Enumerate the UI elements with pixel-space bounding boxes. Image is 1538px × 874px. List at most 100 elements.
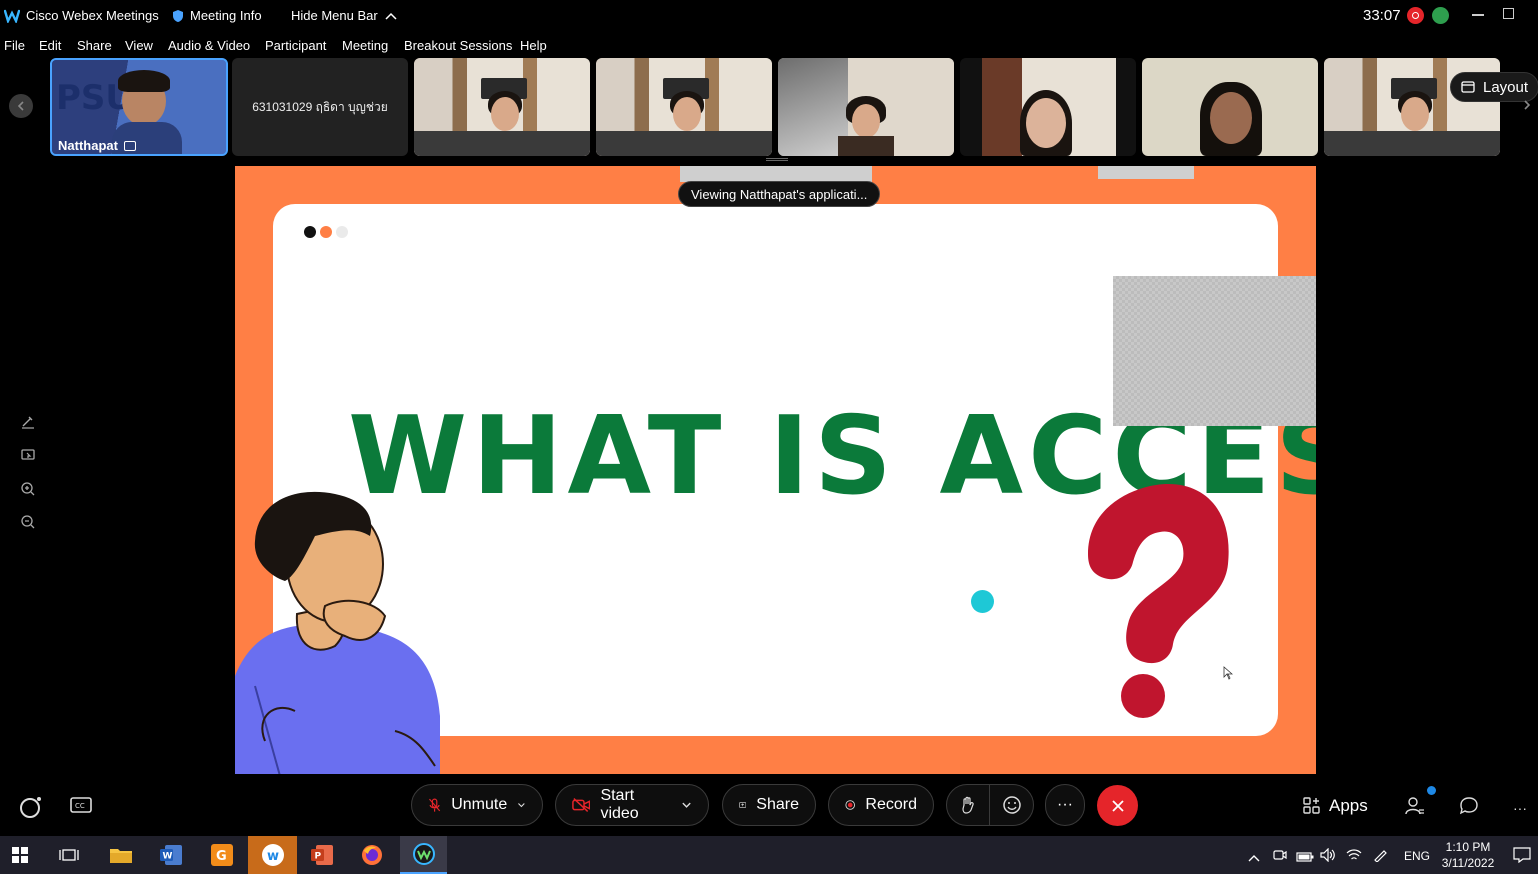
svg-text:P: P — [315, 852, 322, 862]
svg-text:CC: CC — [75, 802, 85, 810]
window-dot-icon — [320, 226, 332, 238]
webex-logo-icon — [4, 9, 20, 23]
participant-name-label: Natthapat — [58, 138, 136, 153]
menu-breakout-sessions[interactable]: Breakout Sessions — [404, 38, 512, 53]
app-title: Cisco Webex Meetings — [4, 8, 159, 23]
show-hidden-icons[interactable] — [1248, 849, 1260, 867]
minimize-icon[interactable] — [1472, 14, 1484, 16]
file-explorer-icon[interactable] — [107, 841, 135, 869]
meeting-controls: CC Unmute Start video Share Record ··· A… — [0, 776, 1538, 836]
windows-start-icon[interactable] — [6, 841, 34, 869]
close-icon — [1111, 799, 1124, 812]
meeting-info-button[interactable]: Meeting Info — [172, 8, 262, 23]
meeting-timer: 33:07 — [1363, 7, 1401, 24]
strip-next-button[interactable] — [1522, 98, 1532, 117]
participants-icon — [1405, 797, 1424, 815]
menu-meeting[interactable]: Meeting — [342, 38, 388, 53]
start-video-button[interactable]: Start video — [555, 784, 709, 826]
microphone-muted-icon — [429, 798, 441, 812]
thinking-person-illustration — [235, 491, 440, 774]
powerpoint-icon[interactable]: P — [308, 841, 336, 869]
overflow-menu-icon[interactable]: ··· — [1513, 800, 1527, 816]
clock-time: 1:10 PM — [1445, 840, 1491, 854]
shield-icon — [173, 9, 183, 22]
participant-tile-7[interactable] — [1142, 58, 1318, 156]
input-language[interactable]: ENG — [1404, 849, 1430, 863]
hide-menu-bar-button[interactable]: Hide Menu Bar — [291, 8, 398, 23]
menu-help[interactable]: Help — [520, 38, 547, 53]
zoom-out-icon[interactable] — [20, 514, 40, 534]
word-icon[interactable]: W — [157, 841, 185, 869]
chat-button[interactable] — [1459, 796, 1479, 821]
share-label: Share — [756, 796, 799, 813]
meet-now-icon[interactable] — [1273, 848, 1287, 867]
chevron-down-icon[interactable] — [517, 801, 526, 809]
app-name: Cisco Webex Meetings — [26, 8, 159, 23]
clock-date: 3/11/2022 — [1441, 856, 1495, 870]
menu-file[interactable]: File — [4, 38, 25, 53]
hand-icon — [962, 796, 974, 814]
share-screen-icon — [739, 802, 747, 808]
cursor-icon — [1223, 666, 1233, 680]
webex-app-taskbar-icon[interactable]: w — [248, 836, 297, 874]
clock[interactable]: 1:10 PM 3/11/2022 — [1440, 839, 1496, 871]
start-video-label: Start video — [600, 787, 639, 822]
participant-tile-6[interactable] — [960, 58, 1136, 156]
record-button[interactable]: Record — [828, 784, 934, 826]
participant-tile-4[interactable] — [596, 58, 772, 156]
webex-meetings-taskbar-icon[interactable] — [400, 836, 447, 874]
notification-dot — [1427, 786, 1436, 795]
closed-captions-icon[interactable]: CC — [70, 796, 92, 819]
meeting-info-label: Meeting Info — [190, 8, 262, 23]
redacted-region — [680, 166, 872, 182]
share-button[interactable]: Share — [722, 784, 816, 826]
sharing-icon — [123, 140, 136, 151]
pen-icon[interactable] — [1373, 848, 1389, 867]
task-view-icon[interactable] — [55, 841, 83, 869]
hide-menu-label: Hide Menu Bar — [291, 8, 378, 23]
network-health-icon[interactable] — [1432, 7, 1449, 24]
video-off-icon — [572, 798, 591, 812]
pdf-app-icon[interactable]: G — [208, 841, 236, 869]
menu-bar: File Edit Share View Audio & Video Parti… — [0, 34, 1538, 56]
more-options-button[interactable]: ··· — [1045, 784, 1085, 826]
battery-icon[interactable] — [1296, 849, 1314, 867]
participant-tile-name-only[interactable]: 631031029 ฤธิดา บุญช่วย — [232, 58, 408, 156]
assistant-icon[interactable] — [18, 794, 44, 825]
window-dot-icon — [336, 226, 348, 238]
apps-button[interactable]: Apps — [1303, 796, 1368, 816]
raise-hand-button[interactable] — [947, 785, 991, 825]
restore-icon[interactable] — [1503, 8, 1514, 19]
unmute-button[interactable]: Unmute — [411, 784, 543, 826]
menu-view[interactable]: View — [125, 38, 153, 53]
menu-audio-video[interactable]: Audio & Video — [168, 38, 250, 53]
remote-control-icon[interactable] — [20, 448, 40, 468]
participant-tile-3[interactable] — [414, 58, 590, 156]
menu-participant[interactable]: Participant — [265, 38, 326, 53]
svg-text:G: G — [216, 849, 227, 864]
annotate-icon[interactable] — [20, 414, 40, 434]
apps-icon — [1303, 797, 1320, 814]
wifi-icon[interactable] — [1346, 848, 1362, 867]
record-label: Record — [865, 796, 917, 813]
strip-resize-handle[interactable] — [766, 158, 788, 161]
end-meeting-button[interactable] — [1097, 785, 1138, 826]
shared-screen[interactable]: WHAT IS ACCESS — [235, 166, 1316, 774]
recording-indicator-icon[interactable] — [1407, 7, 1424, 24]
volume-icon[interactable] — [1320, 847, 1336, 867]
chevron-left-icon — [17, 101, 24, 111]
chevron-down-icon[interactable] — [681, 801, 692, 809]
participants-button[interactable] — [1405, 786, 1436, 821]
reactions-button[interactable] — [990, 785, 1033, 825]
menu-edit[interactable]: Edit — [39, 38, 61, 53]
redacted-region-2 — [1098, 166, 1194, 179]
timer-text: 33:07 — [1363, 7, 1401, 24]
participant-tile-5[interactable] — [778, 58, 954, 156]
zoom-in-icon[interactable] — [20, 481, 40, 501]
strip-prev-button[interactable] — [9, 94, 33, 118]
notifications-icon[interactable] — [1513, 847, 1531, 868]
smiley-icon — [1002, 796, 1021, 814]
menu-share[interactable]: Share — [77, 38, 112, 53]
firefox-icon[interactable] — [358, 841, 386, 869]
participant-tile-active[interactable]: PSU Natthapat — [50, 58, 228, 156]
